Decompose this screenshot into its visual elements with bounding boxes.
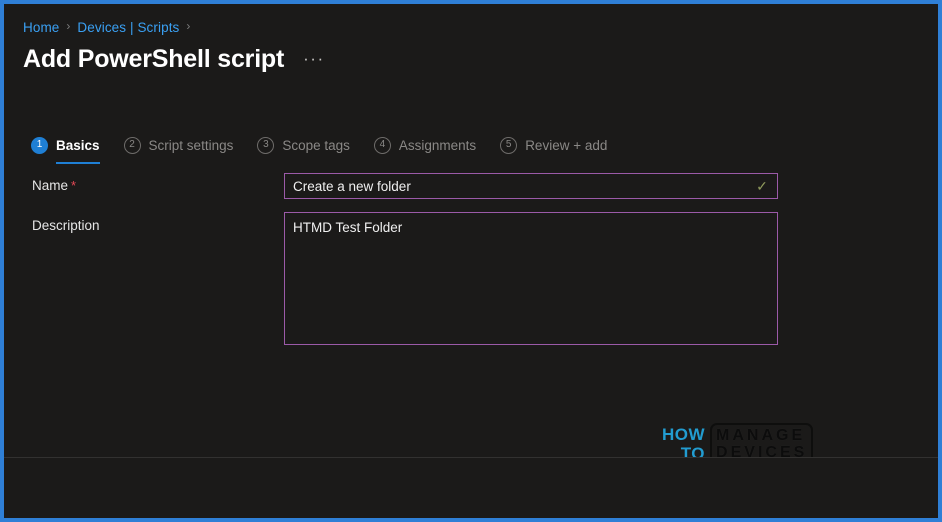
wizard-step-number-3: 3 — [257, 136, 275, 154]
wizard-step-number-4: 4 — [373, 136, 391, 154]
browser-window-frame: Home › Devices | Scripts › Add PowerShel… — [0, 0, 942, 522]
wizard-step-scope-tags[interactable]: 3 Scope tags — [257, 130, 350, 160]
wizard-step-label-scope-tags: Scope tags — [282, 137, 350, 153]
wizard-step-label-assignments: Assignments — [398, 137, 477, 153]
name-label-text: Name — [32, 178, 69, 193]
wizard-step-tabs: 1 Basics 2 Script settings 3 Scope tags … — [31, 130, 631, 164]
wizard-step-label-basics: Basics — [56, 137, 100, 153]
description-field-label: Description — [32, 218, 100, 233]
azure-portal-blade: Home › Devices | Scripts › Add PowerShel… — [4, 4, 938, 518]
wizard-step-script-settings[interactable]: 2 Script settings — [123, 130, 234, 160]
wizard-step-label-script-settings: Script settings — [148, 137, 234, 153]
breadcrumb-separator-icon-2: › — [186, 19, 191, 33]
page-title-row: Add PowerShell script ··· — [23, 44, 328, 74]
wizard-step-review-add[interactable]: 5 Review + add — [500, 130, 607, 160]
description-label-text: Description — [32, 218, 100, 233]
wizard-step-number-2: 2 — [123, 136, 141, 154]
footer-command-bar: Previous Next — [4, 458, 938, 518]
watermark-how-text: HOW — [662, 425, 706, 444]
name-field-label: Name * — [32, 178, 76, 193]
wizard-step-assignments[interactable]: 4 Assignments — [373, 130, 477, 160]
breadcrumb-item-devices-scripts[interactable]: Devices | Scripts — [77, 20, 179, 35]
more-options-icon[interactable]: ··· — [300, 48, 327, 74]
breadcrumb: Home › Devices | Scripts › — [23, 16, 197, 38]
description-textarea[interactable] — [284, 212, 778, 345]
breadcrumb-separator-icon: › — [66, 19, 71, 33]
wizard-active-underline — [56, 162, 100, 164]
wizard-step-basics[interactable]: 1 Basics — [31, 130, 100, 164]
breadcrumb-item-home[interactable]: Home — [23, 20, 59, 35]
checkmark-icon: ✓ — [756, 178, 768, 194]
name-input[interactable] — [285, 174, 751, 198]
wizard-step-number-1: 1 — [31, 136, 48, 154]
page-title: Add PowerShell script — [23, 45, 285, 73]
watermark-manage-text: MANAGE — [716, 427, 806, 444]
name-input-wrapper[interactable]: ✓ — [284, 173, 778, 199]
wizard-step-number-5: 5 — [500, 136, 518, 154]
wizard-step-label-review-add: Review + add — [525, 137, 608, 153]
required-indicator: * — [71, 178, 77, 193]
